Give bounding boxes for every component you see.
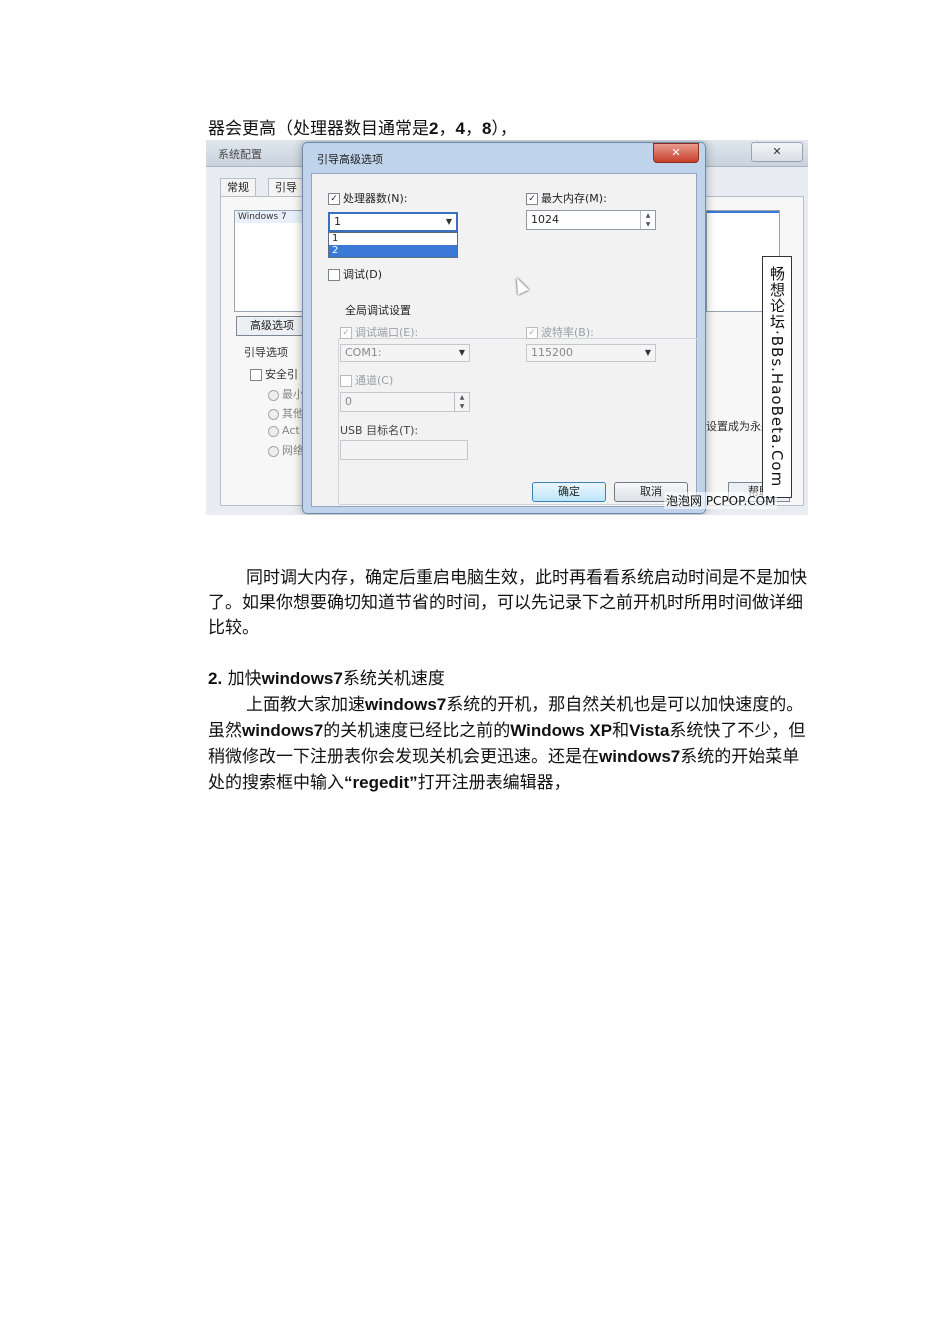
- bold-run: “regedit”: [344, 773, 418, 792]
- baud-rate-label: 波特率(B):: [541, 326, 594, 339]
- radio-icon: [268, 425, 279, 437]
- advanced-options-button[interactable]: 高级选项: [236, 316, 308, 336]
- bold-run: windows7: [599, 747, 681, 766]
- radio-icon: [268, 408, 279, 420]
- dropdown-option[interactable]: 1: [329, 233, 457, 245]
- global-debug-label: 全局调试设置: [342, 302, 414, 318]
- bg-close-button[interactable]: ✕: [751, 142, 803, 162]
- paragraph-1: 同时调大内存，确定后重启电脑生效，此时再看看系统启动时间是不是加快了。如果你想要…: [208, 568, 807, 638]
- select-value: 1: [334, 215, 341, 228]
- boot-advanced-dialog: 引导高级选项 ✕ ✓ 处理器数(N): 1 ▼ 1 2 调试(D) ✓ 最大内存(M)…: [302, 142, 706, 514]
- radio-label: 网络: [282, 444, 304, 457]
- text-run: 和: [612, 721, 630, 741]
- checkbox-icon: [340, 375, 352, 387]
- radio-label: Act: [282, 424, 300, 437]
- mouse-cursor-icon: [511, 275, 529, 295]
- dialog-title: 引导高级选项: [317, 153, 383, 166]
- chevron-down-icon: ▼: [458, 348, 465, 357]
- section-number: 2.: [208, 669, 223, 688]
- max-memory-checkbox[interactable]: ✓ 最大内存(M):: [526, 190, 607, 206]
- bg-window-title: 系统配置: [218, 148, 262, 161]
- num-processors-dropdown[interactable]: 1 2: [328, 232, 458, 258]
- select-value: 115200: [531, 346, 573, 359]
- tab-general[interactable]: 常规: [220, 178, 256, 197]
- spinner-arrows-icon[interactable]: ▲ ▼: [454, 393, 469, 411]
- radio-minimal[interactable]: 最小: [268, 386, 304, 402]
- usb-target-label: USB 目标名(T):: [340, 424, 419, 437]
- check-icon: ✓: [328, 193, 340, 205]
- heading-text: 加快: [227, 669, 262, 689]
- text-run: 上面教大家加速: [246, 695, 365, 715]
- bold-run: windows7: [365, 695, 447, 714]
- spinner-value: 1024: [531, 213, 559, 226]
- chevron-down-icon: ▼: [445, 217, 452, 226]
- debug-label: 调试(D): [343, 268, 383, 281]
- dropdown-option-highlighted[interactable]: 2: [329, 245, 457, 257]
- radio-network[interactable]: 网络: [268, 442, 304, 458]
- bold-run: windows7: [242, 721, 324, 740]
- tab-boot[interactable]: 引导: [268, 178, 304, 197]
- debug-port-checkbox[interactable]: ✓ 调试端口(E):: [340, 324, 418, 340]
- checkbox-icon: [328, 269, 340, 281]
- usb-target-input[interactable]: [340, 440, 468, 460]
- baud-rate-checkbox[interactable]: ✓ 波特率(B):: [526, 324, 594, 340]
- separator: ，: [438, 119, 456, 139]
- radio-label: 其他: [282, 407, 304, 420]
- num-processors-label: 处理器数(N):: [343, 192, 408, 205]
- dialog-close-button[interactable]: ✕: [653, 143, 699, 163]
- radio-other[interactable]: 其他: [268, 405, 304, 421]
- num-processors-select[interactable]: 1 ▼: [328, 212, 458, 232]
- safe-boot-checkbox[interactable]: 安全引: [250, 366, 298, 382]
- num-4: 4: [455, 119, 465, 138]
- channel-spinner[interactable]: 0 ▲ ▼: [340, 392, 470, 412]
- bold-run: Vista: [629, 721, 670, 740]
- spinner-arrows-icon[interactable]: ▲ ▼: [640, 211, 655, 229]
- text-run: 打开注册表编辑器，: [417, 773, 571, 793]
- debug-checkbox[interactable]: 调试(D): [328, 266, 382, 282]
- intro-end: ），: [491, 119, 517, 139]
- channel-checkbox[interactable]: 通道(C): [340, 372, 393, 388]
- debug-port-label: 调试端口(E):: [355, 326, 419, 339]
- num-8: 8: [481, 119, 492, 138]
- heading-bold: windows7: [261, 669, 343, 688]
- checkbox-icon: [250, 369, 262, 381]
- check-icon: ✓: [526, 193, 538, 205]
- separator: ，: [464, 119, 482, 139]
- vertical-watermark: 畅想论坛·BBs.HaoBeta.Com: [762, 256, 792, 498]
- intro-text: 器会更高（处理器数目通常是: [208, 119, 429, 139]
- os-list-item-selected[interactable]: [707, 211, 779, 213]
- ok-button[interactable]: 确定: [532, 482, 606, 502]
- max-memory-label: 最大内存(M):: [541, 192, 607, 205]
- text-run: 的关机速度已经比之前的: [323, 721, 511, 741]
- chevron-down-icon: ▼: [644, 348, 651, 357]
- debug-port-select[interactable]: COM1: ▼: [340, 344, 470, 362]
- num-processors-checkbox[interactable]: ✓ 处理器数(N):: [328, 190, 408, 206]
- embedded-screenshot: 系统配置 ✕ 常规 引导 Windows 7 高级选项 引导选项 安全引 最小 …: [206, 140, 808, 515]
- radio-label: 最小: [282, 388, 304, 401]
- safe-boot-label: 安全引: [265, 368, 298, 381]
- max-memory-spinner[interactable]: 1024 ▲ ▼: [526, 210, 656, 230]
- os-list[interactable]: Windows 7: [234, 210, 304, 312]
- spinner-value: 0: [345, 395, 352, 408]
- paragraph-2: 上面教大家加速windows7系统的开机，那自然关机也是可以加快速度的。虽然wi…: [208, 692, 808, 796]
- baud-rate-select[interactable]: 115200 ▼: [526, 344, 656, 362]
- intro-line: 器会更高（处理器数目通常是2，4，8），: [208, 116, 808, 142]
- radio-icon: [268, 389, 279, 401]
- check-icon: ✓: [526, 327, 538, 339]
- bottom-watermark: 泡泡网 PCPOP.COM: [664, 492, 778, 509]
- channel-label: 通道(C): [355, 374, 394, 387]
- select-value: COM1:: [345, 346, 382, 359]
- check-icon: ✓: [340, 327, 352, 339]
- section-heading: 2. 加快windows7系统关机速度: [208, 666, 808, 692]
- radio-active[interactable]: Act: [268, 424, 300, 437]
- radio-icon: [268, 445, 279, 457]
- boot-options-label: 引导选项: [244, 346, 288, 359]
- heading-text-end: 系统关机速度: [342, 669, 445, 689]
- dialog-body: ✓ 处理器数(N): 1 ▼ 1 2 调试(D) ✓ 最大内存(M): 1024 ▲ ▼ …: [311, 173, 698, 507]
- bold-run: Windows XP: [510, 721, 613, 740]
- os-list-item[interactable]: Windows 7: [235, 211, 303, 223]
